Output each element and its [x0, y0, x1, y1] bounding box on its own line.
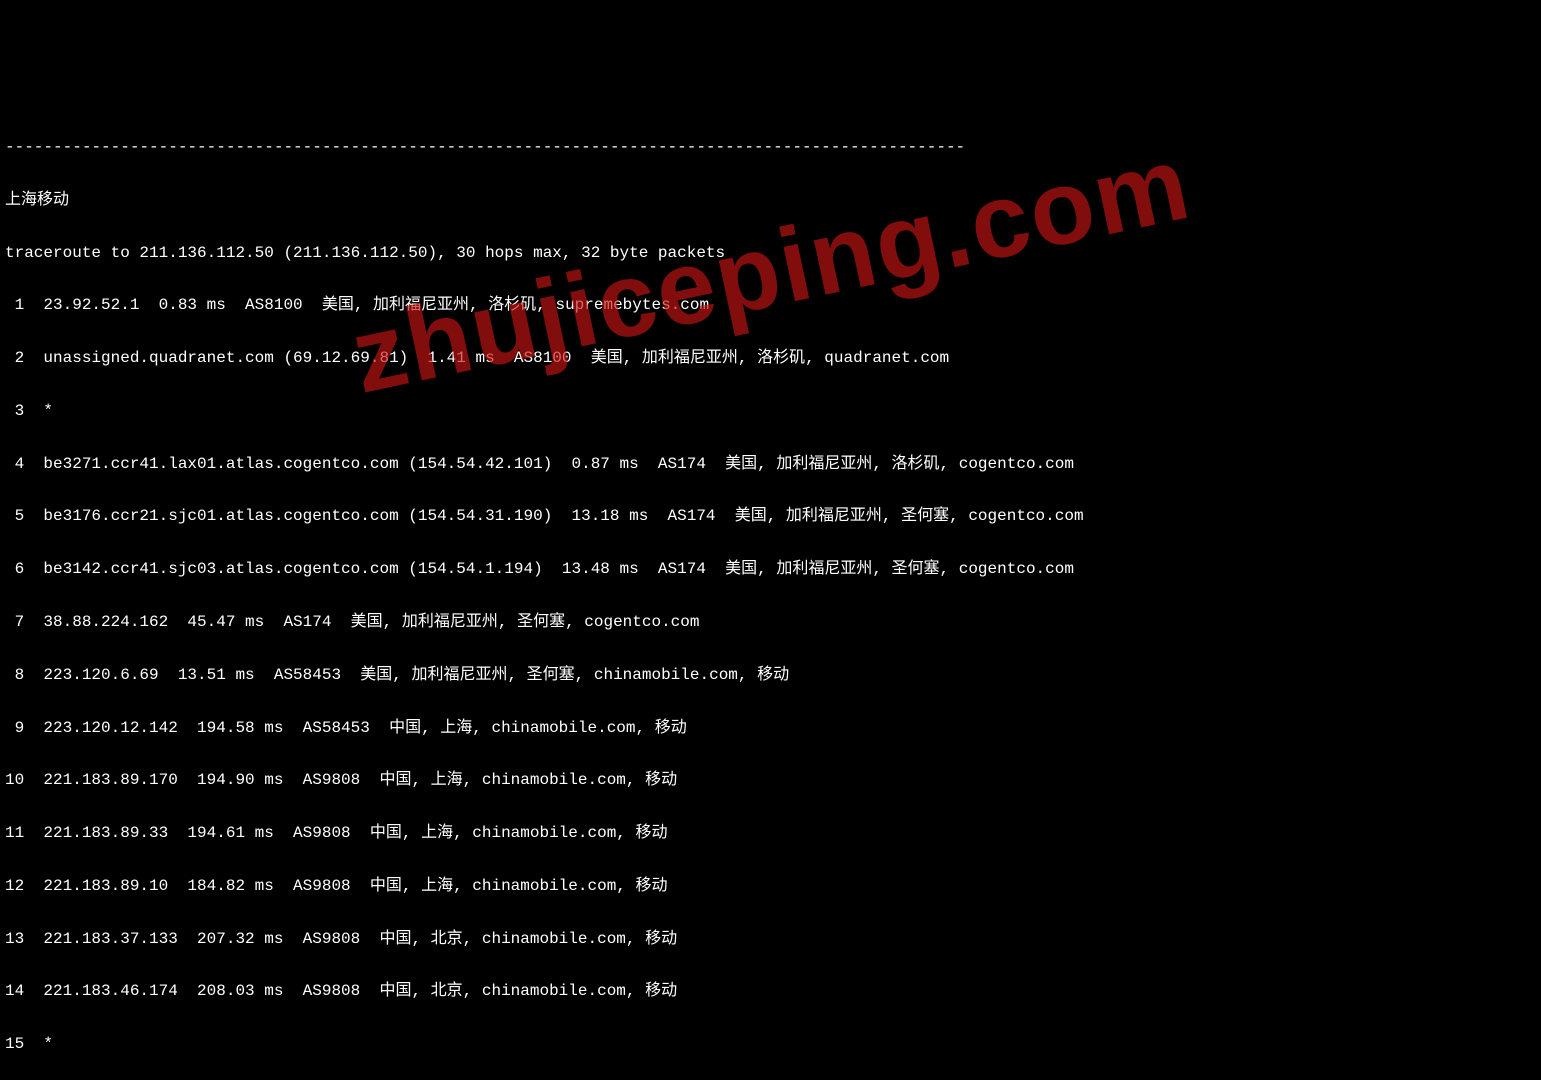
hop-detail: be3176.ccr21.sjc01.atlas.cogentco.com (1…	[43, 507, 1083, 525]
hop-line: 7 38.88.224.162 45.47 ms AS174 美国, 加利福尼亚…	[5, 609, 1536, 635]
hop-number: 13	[5, 930, 24, 948]
hop-number: 15	[5, 1035, 24, 1053]
hop-line: 13 221.183.37.133 207.32 ms AS9808 中国, 北…	[5, 926, 1536, 952]
traceroute-title: 上海移动	[5, 187, 1536, 213]
hop-line: 3 *	[5, 398, 1536, 424]
hop-detail: be3142.ccr41.sjc03.atlas.cogentco.com (1…	[43, 560, 1074, 578]
hop-detail: 223.120.12.142 194.58 ms AS58453 中国, 上海,…	[43, 719, 686, 737]
hop-number: 4	[5, 455, 24, 473]
hop-number: 1	[5, 296, 24, 314]
hop-detail: be3271.ccr41.lax01.atlas.cogentco.com (1…	[43, 455, 1074, 473]
hop-line: 5 be3176.ccr21.sjc01.atlas.cogentco.com …	[5, 503, 1536, 529]
hop-line: 12 221.183.89.10 184.82 ms AS9808 中国, 上海…	[5, 873, 1536, 899]
hop-line: 4 be3271.ccr41.lax01.atlas.cogentco.com …	[5, 451, 1536, 477]
hop-line: 8 223.120.6.69 13.51 ms AS58453 美国, 加利福尼…	[5, 662, 1536, 688]
hop-number: 2	[5, 349, 24, 367]
hop-number: 10	[5, 771, 24, 789]
hop-number: 7	[5, 613, 24, 631]
hop-detail: 221.183.37.133 207.32 ms AS9808 中国, 北京, …	[43, 930, 677, 948]
hop-number: 14	[5, 982, 24, 1000]
hop-detail: 221.183.46.174 208.03 ms AS9808 中国, 北京, …	[43, 982, 677, 1000]
hop-number: 11	[5, 824, 24, 842]
hop-line: 15 *	[5, 1031, 1536, 1057]
hop-detail: 223.120.6.69 13.51 ms AS58453 美国, 加利福尼亚州…	[43, 666, 789, 684]
hop-detail: *	[43, 1035, 53, 1053]
hop-detail: 38.88.224.162 45.47 ms AS174 美国, 加利福尼亚州,…	[43, 613, 699, 631]
traceroute-header: traceroute to 211.136.112.50 (211.136.11…	[5, 240, 1536, 266]
hop-detail: unassigned.quadranet.com (69.12.69.81) 1…	[43, 349, 949, 367]
terminal-output: ----------------------------------------…	[5, 108, 1536, 1080]
hop-detail: 23.92.52.1 0.83 ms AS8100 美国, 加利福尼亚州, 洛杉…	[43, 296, 709, 314]
hop-detail: *	[43, 402, 53, 420]
hop-number: 9	[5, 719, 24, 737]
hop-number: 3	[5, 402, 24, 420]
hop-number: 5	[5, 507, 24, 525]
hop-line: 9 223.120.12.142 194.58 ms AS58453 中国, 上…	[5, 715, 1536, 741]
hop-detail: 221.183.89.33 194.61 ms AS9808 中国, 上海, c…	[43, 824, 667, 842]
hop-line: 10 221.183.89.170 194.90 ms AS9808 中国, 上…	[5, 767, 1536, 793]
hop-line: 6 be3142.ccr41.sjc03.atlas.cogentco.com …	[5, 556, 1536, 582]
hop-number: 6	[5, 560, 24, 578]
separator-line: ----------------------------------------…	[5, 134, 1536, 160]
hop-detail: 221.183.89.170 194.90 ms AS9808 中国, 上海, …	[43, 771, 677, 789]
hop-number: 8	[5, 666, 24, 684]
hop-detail: 221.183.89.10 184.82 ms AS9808 中国, 上海, c…	[43, 877, 667, 895]
hop-line: 2 unassigned.quadranet.com (69.12.69.81)…	[5, 345, 1536, 371]
hop-line: 11 221.183.89.33 194.61 ms AS9808 中国, 上海…	[5, 820, 1536, 846]
hop-line: 1 23.92.52.1 0.83 ms AS8100 美国, 加利福尼亚州, …	[5, 292, 1536, 318]
hop-line: 14 221.183.46.174 208.03 ms AS9808 中国, 北…	[5, 978, 1536, 1004]
hop-number: 12	[5, 877, 24, 895]
